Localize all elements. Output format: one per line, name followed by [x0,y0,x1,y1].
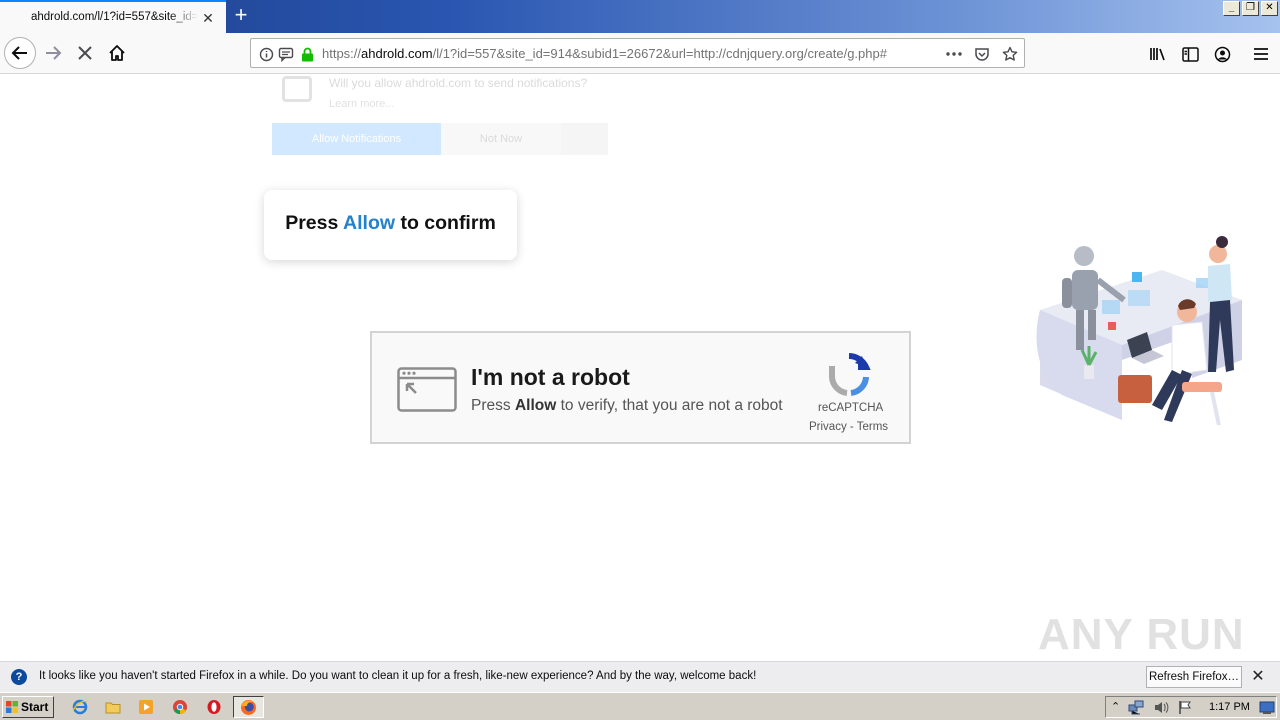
browser-window-icon [397,367,457,412]
notification-permission-prompt: Will you allow ahdrold.com to send notif… [270,74,610,156]
start-button[interactable]: Start [2,696,54,718]
allow-notifications-button[interactable]: Allow Notifications [272,123,441,155]
chrome-icon[interactable] [171,698,189,716]
home-icon [109,45,125,61]
tray-expand-icon[interactable]: ⌃ [1111,700,1120,713]
opera-icon[interactable] [205,698,223,716]
info-icon[interactable] [257,45,275,63]
notification-permission-icon[interactable] [277,45,295,63]
recaptcha-logo-icon [828,353,871,396]
chat-bubble-icon [282,76,312,102]
press-allow-text: Press Allow to confirm [285,212,496,234]
firefox-taskbar-button[interactable] [233,696,264,718]
close-window-button[interactable]: ✕ [1261,1,1278,16]
file-explorer-icon[interactable] [104,698,122,716]
window-controls: _ ❐ ✕ [1223,1,1278,16]
tab-close-icon[interactable]: ✕ [200,10,216,26]
not-now-button[interactable]: Not Now [441,123,561,155]
arrow-left-icon [11,46,27,60]
start-label: Start [21,700,49,714]
volume-icon[interactable] [1153,700,1169,715]
recaptcha-brand: reCAPTCHA [818,402,884,414]
stop-button[interactable] [69,37,101,69]
question-icon: ? [11,669,27,685]
home-button[interactable] [101,37,133,69]
new-tab-button[interactable]: + [230,4,252,27]
network-icon[interactable] [1128,700,1144,715]
hamburger-menu-icon[interactable] [1249,42,1273,66]
press-allow-card: Press Allow to confirm [264,190,517,260]
tab-active[interactable]: ahdrold.com/l/1?id=557&site_id=914 ✕ [0,0,226,33]
stop-x-icon [78,46,92,60]
restore-button[interactable]: ❐ [1242,1,1259,16]
back-button[interactable] [4,37,36,69]
captcha-title: I'm not a robot [471,364,630,390]
captcha-subtitle: Press Allow to verify, that you are not … [471,397,783,414]
prompt-message: Will you allow ahdrold.com to send notif… [329,76,588,90]
refresh-firefox-button[interactable]: Refresh Firefox… [1146,666,1242,688]
notification-text: It looks like you haven't started Firefo… [39,670,757,682]
learn-more-link[interactable]: Learn more... [329,98,394,110]
arrow-right-icon [46,46,62,60]
tab-title-fade [170,8,198,28]
fake-captcha-box[interactable]: I'm not a robot Press Allow to verify, t… [370,331,911,444]
action-center-flag-icon[interactable] [1178,700,1192,715]
privacy-terms-links[interactable]: Privacy - Terms [809,421,891,433]
page-content: Will you allow ahdrold.com to send notif… [0,74,1280,661]
bookmark-star-icon[interactable] [1001,45,1019,63]
minimize-button[interactable]: _ [1223,1,1240,16]
system-tray: ⌃ [1105,696,1277,718]
office-illustration [1036,236,1242,425]
url-text: https://ahdrold.com/l/1?id=557&site_id=9… [322,46,887,61]
firefox-icon [241,700,256,715]
url-bar[interactable]: https://ahdrold.com/l/1?id=557&site_id=9… [250,38,1025,68]
tab-strip: ahdrold.com/l/1?id=557&site_id=914 ✕ + _… [0,0,1280,33]
library-icon[interactable] [1146,42,1170,66]
close-notification-icon[interactable]: ✕ [1249,668,1267,686]
show-desktop-icon[interactable] [1259,700,1275,715]
anyrun-watermark: ANY RUN [1038,610,1245,659]
sidebar-icon[interactable] [1178,42,1202,66]
lock-icon[interactable] [298,45,316,63]
taskbar-clock: 1:17 PM [1209,701,1250,713]
prompt-dropdown-button[interactable] [561,123,608,155]
refresh-firefox-notification: ? It looks like you haven't started Fire… [0,661,1280,692]
windows-logo-icon [6,701,18,713]
account-icon[interactable] [1210,42,1234,66]
windows-taskbar: Start ⌃ 1:17 PM [0,692,1280,720]
page-actions-icon[interactable] [945,45,963,63]
navigation-toolbar: https://ahdrold.com/l/1?id=557&site_id=9… [0,33,1280,74]
media-player-icon[interactable] [137,698,155,716]
pocket-icon[interactable] [973,45,991,63]
internet-explorer-icon[interactable] [71,698,89,716]
forward-button[interactable] [37,37,69,69]
